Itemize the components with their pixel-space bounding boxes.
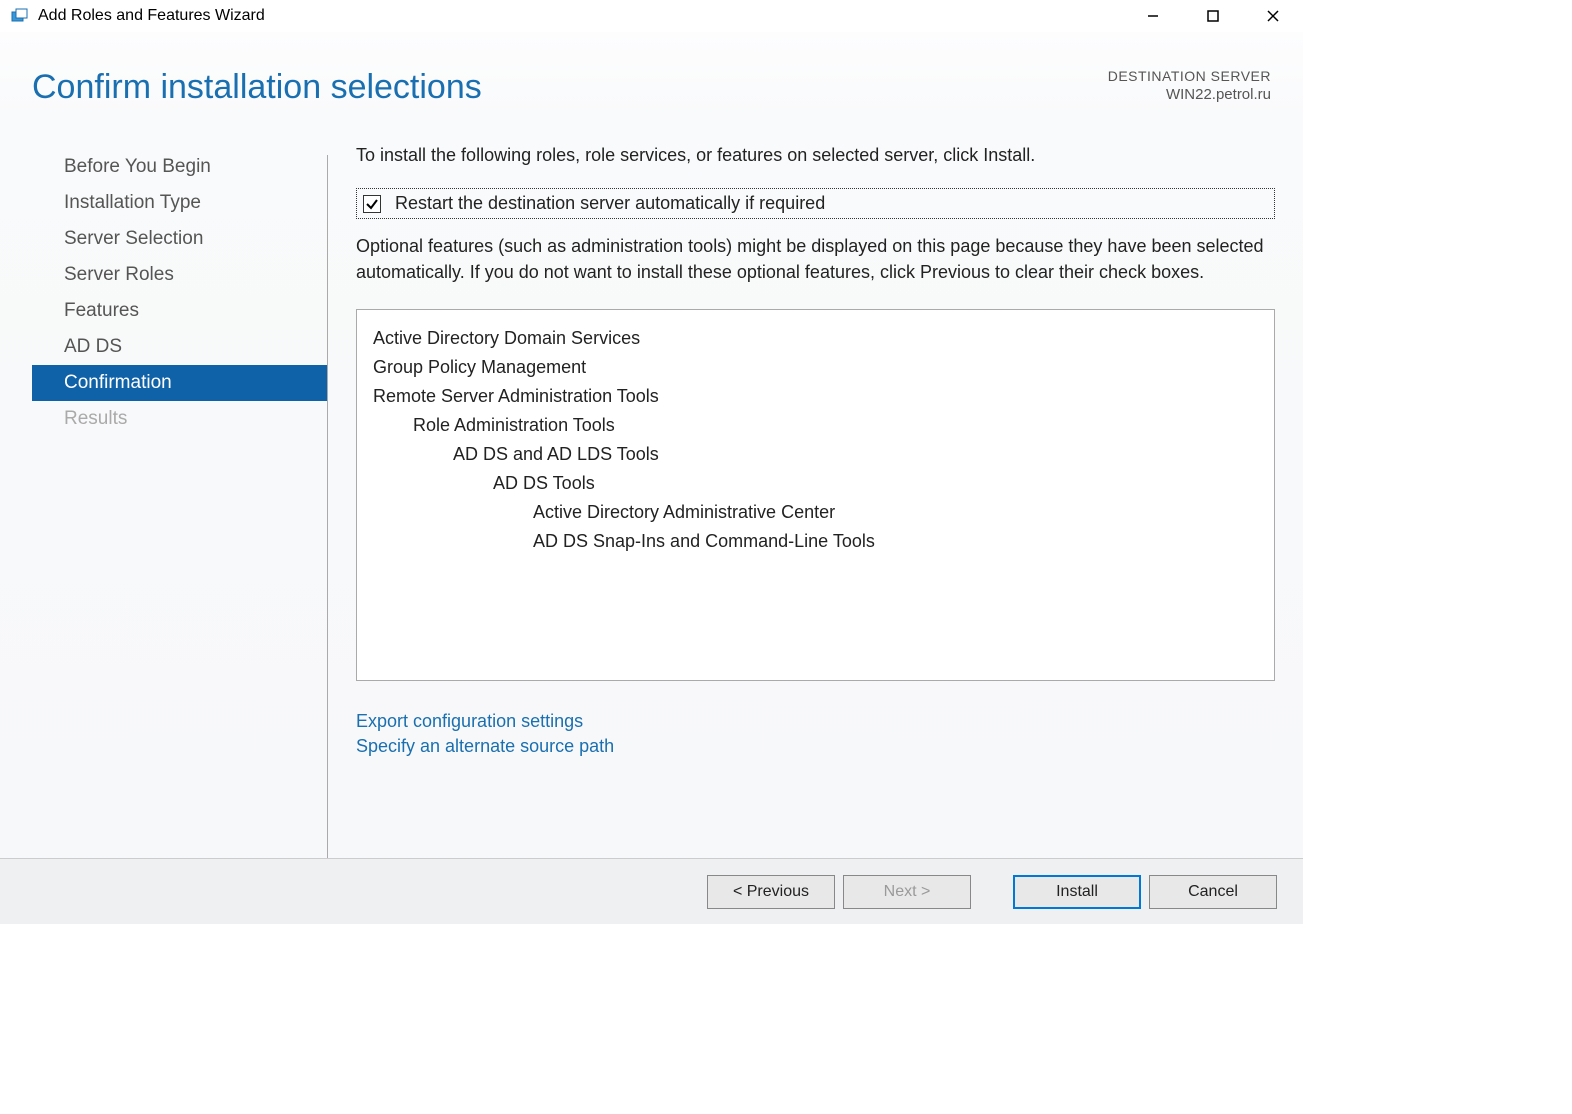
restart-checkbox[interactable] [363,195,381,213]
destination-info: DESTINATION SERVER WIN22.petrol.ru [1108,68,1271,103]
selection-item: Active Directory Domain Services [373,324,1258,353]
selection-item: Remote Server Administration Tools [373,382,1258,411]
page-title: Confirm installation selections [32,68,482,107]
nav-before-you-begin[interactable]: Before You Begin [0,149,328,185]
window-controls [1123,0,1303,32]
minimize-button[interactable] [1123,0,1183,32]
destination-server: WIN22.petrol.ru [1108,86,1271,103]
nav-server-selection[interactable]: Server Selection [0,221,328,257]
next-button: Next > [843,875,971,909]
selection-item: AD DS and AD LDS Tools [373,440,1258,469]
install-button[interactable]: Install [1013,875,1141,909]
selection-item: AD DS Snap-Ins and Command-Line Tools [373,527,1258,556]
app-icon [10,6,30,26]
window-title: Add Roles and Features Wizard [38,7,1123,25]
optional-note: Optional features (such as administratio… [356,233,1275,285]
selection-item: Active Directory Administrative Center [373,498,1258,527]
intro-text: To install the following roles, role ser… [356,145,1275,166]
wizard-footer: < Previous Next > Install Cancel [0,858,1303,924]
wizard-window: Add Roles and Features Wizard Confirm in… [0,0,1303,924]
restart-checkbox-label: Restart the destination server automatic… [395,193,825,214]
nav-server-roles[interactable]: Server Roles [0,257,328,293]
export-config-link[interactable]: Export configuration settings [356,709,1275,734]
titlebar: Add Roles and Features Wizard [0,0,1303,32]
wizard-sidebar: Before You Begin Installation Type Serve… [0,117,328,858]
maximize-button[interactable] [1183,0,1243,32]
selections-list[interactable]: Active Directory Domain Services Group P… [356,309,1275,681]
selection-item: AD DS Tools [373,469,1258,498]
nav-confirmation[interactable]: Confirmation [32,365,328,401]
wizard-body: Before You Begin Installation Type Serve… [0,117,1303,858]
selection-item: Group Policy Management [373,353,1258,382]
wizard-main: To install the following roles, role ser… [328,117,1303,858]
sidebar-nav: Before You Begin Installation Type Serve… [0,149,328,437]
destination-label: DESTINATION SERVER [1108,68,1271,84]
nav-results: Results [0,401,328,437]
selection-item: Role Administration Tools [373,411,1258,440]
nav-ad-ds[interactable]: AD DS [0,329,328,365]
previous-button[interactable]: < Previous [707,875,835,909]
close-button[interactable] [1243,0,1303,32]
restart-checkbox-row[interactable]: Restart the destination server automatic… [356,188,1275,219]
cancel-button[interactable]: Cancel [1149,875,1277,909]
wizard-header: Confirm installation selections DESTINAT… [0,32,1303,117]
action-links: Export configuration settings Specify an… [356,709,1275,759]
nav-installation-type[interactable]: Installation Type [0,185,328,221]
alternate-source-link[interactable]: Specify an alternate source path [356,734,1275,759]
nav-features[interactable]: Features [0,293,328,329]
